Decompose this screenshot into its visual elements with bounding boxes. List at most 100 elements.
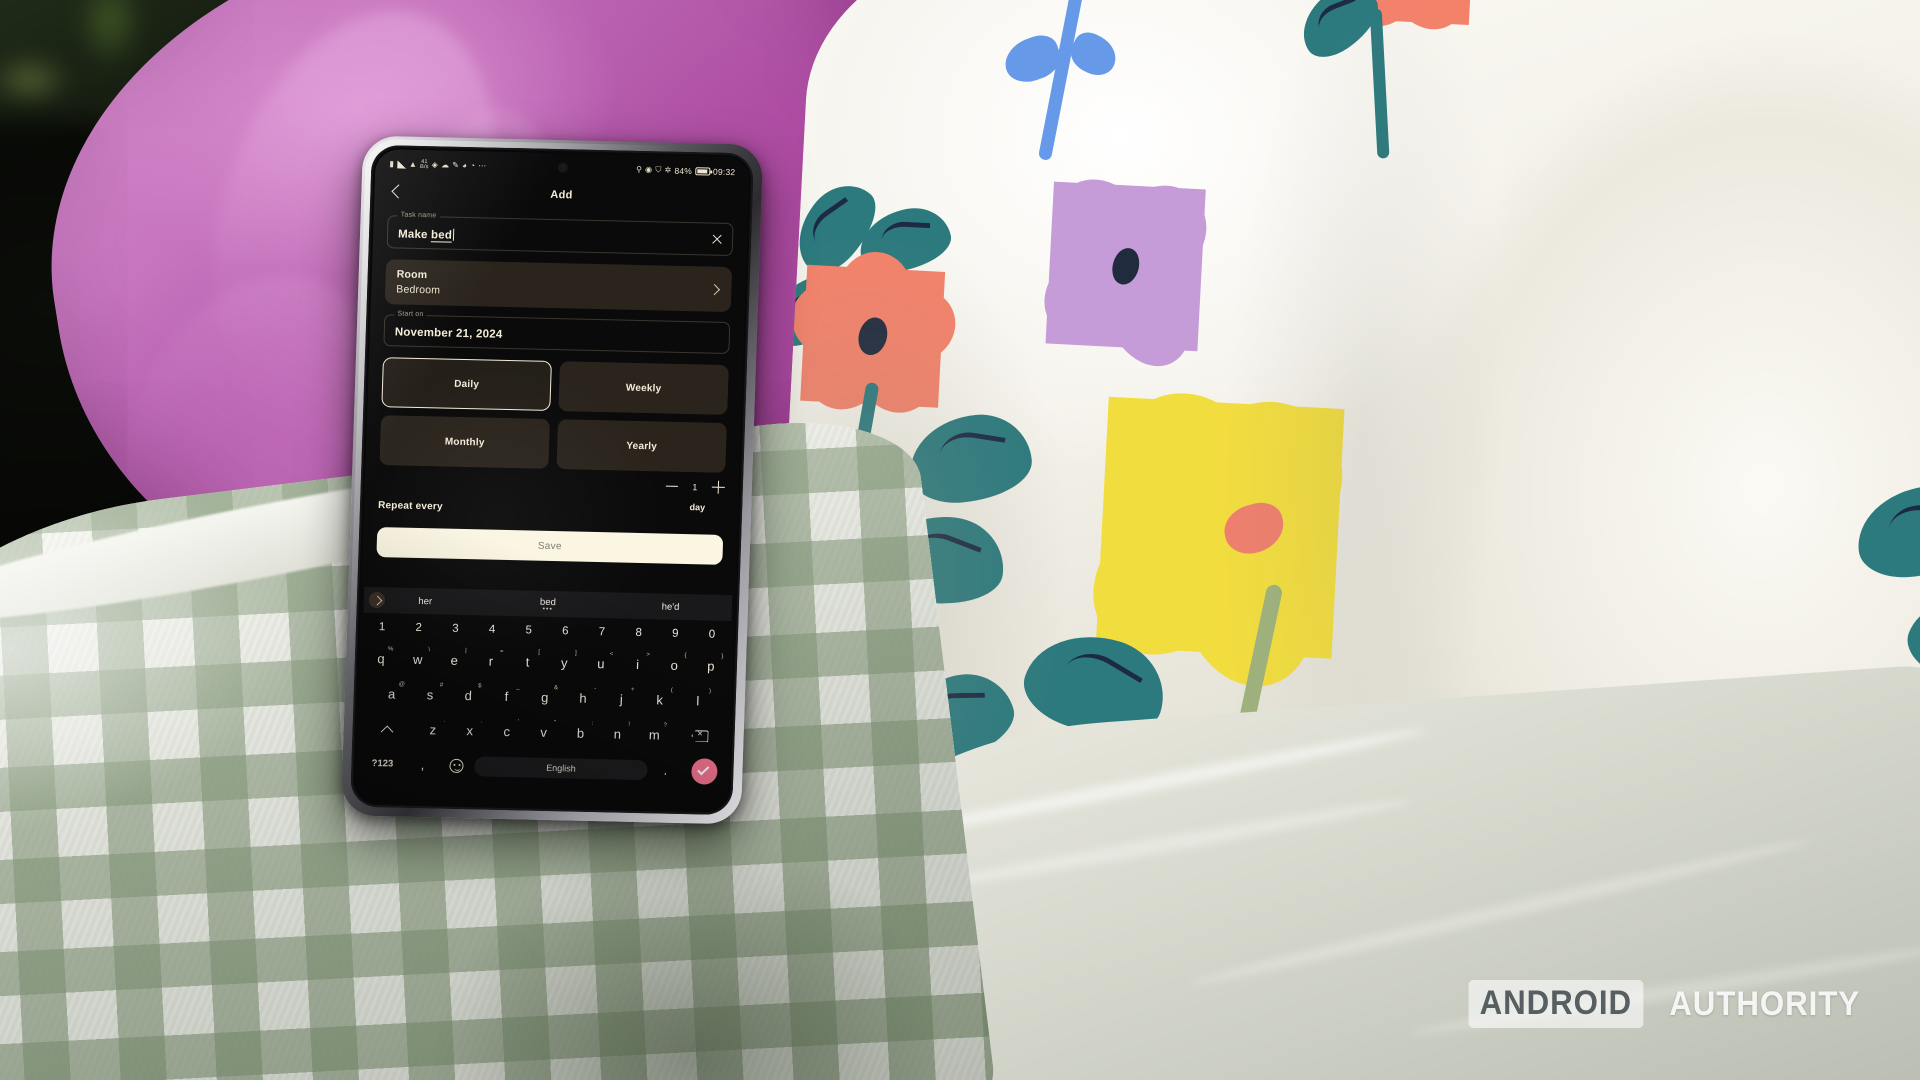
- close-x-icon[interactable]: [711, 233, 723, 245]
- key-x[interactable]: .x: [452, 716, 487, 746]
- key-f[interactable]: _ f: [488, 682, 525, 712]
- frequency-weekly[interactable]: Weekly: [558, 361, 729, 415]
- key-q[interactable]: % q: [363, 644, 398, 674]
- key-r[interactable]: = r: [473, 646, 508, 676]
- watermark-authority: AUTHORITY: [1668, 984, 1860, 1023]
- key-p[interactable]: } p: [693, 651, 728, 681]
- repeat-stepper: 1: [665, 480, 725, 494]
- key-i[interactable]: > i: [620, 650, 655, 680]
- signal-icon: ▮: [389, 158, 395, 168]
- battery-percent: 84%: [674, 165, 693, 176]
- key-j-alt: +: [630, 686, 635, 693]
- watermark-android: ANDROID: [1468, 980, 1644, 1028]
- key-c-label: c: [503, 723, 511, 740]
- key-l-alt: ): [708, 688, 712, 695]
- key-7[interactable]: 7: [585, 621, 620, 644]
- frequency-monthly[interactable]: Monthly: [379, 415, 551, 469]
- key-b[interactable]: :b: [563, 718, 598, 748]
- watermark: ANDROID AUTHORITY: [1461, 980, 1868, 1028]
- plus-icon[interactable]: [712, 481, 725, 494]
- yellow-flower: [1063, 366, 1373, 705]
- key-j[interactable]: + j: [603, 684, 640, 714]
- key-g-label: g: [540, 689, 549, 705]
- task-name-value: Make bed: [398, 227, 722, 247]
- key-4[interactable]: 4: [475, 618, 510, 641]
- checkmark-icon: [690, 757, 718, 785]
- shield-icon: ⛉: [655, 164, 662, 174]
- frequency-yearly[interactable]: Yearly: [556, 419, 727, 473]
- key-z[interactable]: .z: [415, 715, 450, 745]
- key-m[interactable]: ? m: [637, 720, 672, 750]
- space-key[interactable]: English: [474, 751, 648, 784]
- key-e-alt: |: [465, 648, 467, 655]
- save-button[interactable]: Save: [376, 527, 724, 565]
- key-6[interactable]: 6: [548, 620, 583, 643]
- key-g-alt: &: [553, 685, 559, 692]
- repeat-every-label: Repeat every: [377, 500, 443, 513]
- task-name-field[interactable]: Task name Make bed: [386, 211, 734, 257]
- key-n[interactable]: ! n: [600, 719, 635, 749]
- symbols-key[interactable]: ?123: [360, 749, 405, 779]
- key-h[interactable]: -h: [565, 683, 602, 713]
- key-p-alt: }: [721, 653, 724, 660]
- key-o[interactable]: {o: [657, 650, 692, 680]
- battery-icon: [694, 166, 711, 176]
- key-m-label: m: [648, 727, 660, 743]
- key-5[interactable]: 5: [511, 619, 546, 642]
- suggestion-3[interactable]: he'd: [609, 600, 732, 614]
- key-s[interactable]: # s: [412, 680, 449, 710]
- shift-key[interactable]: [361, 714, 414, 744]
- key-y-label: y: [560, 655, 568, 671]
- task-name-prefix: Make: [397, 228, 432, 242]
- blue-sprig: [1037, 0, 1099, 162]
- key-d[interactable]: $ d: [450, 681, 487, 711]
- key-a[interactable]: @ a: [373, 679, 410, 709]
- comma-key[interactable]: ,: [406, 750, 438, 780]
- key-y[interactable]: ] y: [547, 648, 582, 678]
- suggestion-2[interactable]: bed •••: [486, 595, 609, 613]
- add-task-form: Task name Make bed Room Bedroom Start on…: [362, 209, 747, 565]
- frequency-daily[interactable]: Daily: [381, 357, 552, 411]
- key-g[interactable]: & g: [526, 682, 563, 712]
- emoji-key[interactable]: [440, 751, 472, 781]
- key-a-label: a: [387, 686, 396, 702]
- scene-photo: ▮ ▲ 41 B/s ◈ ☁ ✎ ◕ ◔ ⋯ ⚲ ◉ ⛉ ✲ 84% 09:32…: [0, 0, 1920, 1080]
- key-r-label: r: [488, 653, 494, 669]
- key-2[interactable]: 2: [401, 617, 436, 640]
- key-n-label: n: [613, 726, 622, 742]
- message-icon: ◕: [461, 160, 468, 170]
- key-e-label: e: [450, 652, 459, 668]
- room-selector[interactable]: Room Bedroom: [384, 259, 733, 313]
- key-y-alt: ]: [574, 650, 577, 657]
- key-k[interactable]: (k: [641, 685, 678, 715]
- key-1[interactable]: 1: [365, 616, 400, 639]
- space-language-label: English: [474, 755, 648, 780]
- emoji-icon: [449, 758, 464, 773]
- key-v[interactable]: " v: [526, 717, 561, 747]
- key-p-label: p: [706, 658, 715, 674]
- key-t[interactable]: [t: [510, 647, 545, 677]
- phone-screen: ▮ ▲ 41 B/s ◈ ☁ ✎ ◕ ◔ ⋯ ⚲ ◉ ⛉ ✲ 84% 09:32…: [354, 148, 750, 812]
- suggestion-2-dots: •••: [542, 605, 554, 613]
- backspace-key[interactable]: [674, 721, 727, 751]
- task-name-autocorrect: bed: [430, 229, 453, 243]
- key-s-alt: #: [439, 682, 444, 689]
- start-on-field[interactable]: Start on November 21, 2024: [383, 310, 731, 354]
- enter-key[interactable]: [683, 756, 725, 786]
- period-key[interactable]: .: [649, 755, 681, 785]
- key-0[interactable]: 0: [694, 623, 729, 646]
- key-v-label: v: [540, 724, 548, 740]
- key-c[interactable]: ' c: [489, 717, 524, 747]
- key-8[interactable]: 8: [621, 622, 656, 645]
- key-q-label: q: [377, 651, 385, 667]
- key-u[interactable]: < u: [583, 649, 618, 679]
- key-3[interactable]: 3: [438, 617, 473, 640]
- wifi-icon: ▲: [408, 159, 418, 169]
- on-screen-keyboard: her bed ••• he'd 1 2 3 4 5 6 7 8 9 0 % q…: [354, 586, 736, 812]
- key-w[interactable]: \ w: [400, 645, 435, 675]
- key-9[interactable]: 9: [658, 622, 693, 645]
- start-on-label: Start on: [394, 310, 427, 319]
- key-l[interactable]: ) l: [680, 686, 717, 716]
- key-e[interactable]: | e: [437, 645, 472, 675]
- minus-icon[interactable]: [665, 485, 678, 488]
